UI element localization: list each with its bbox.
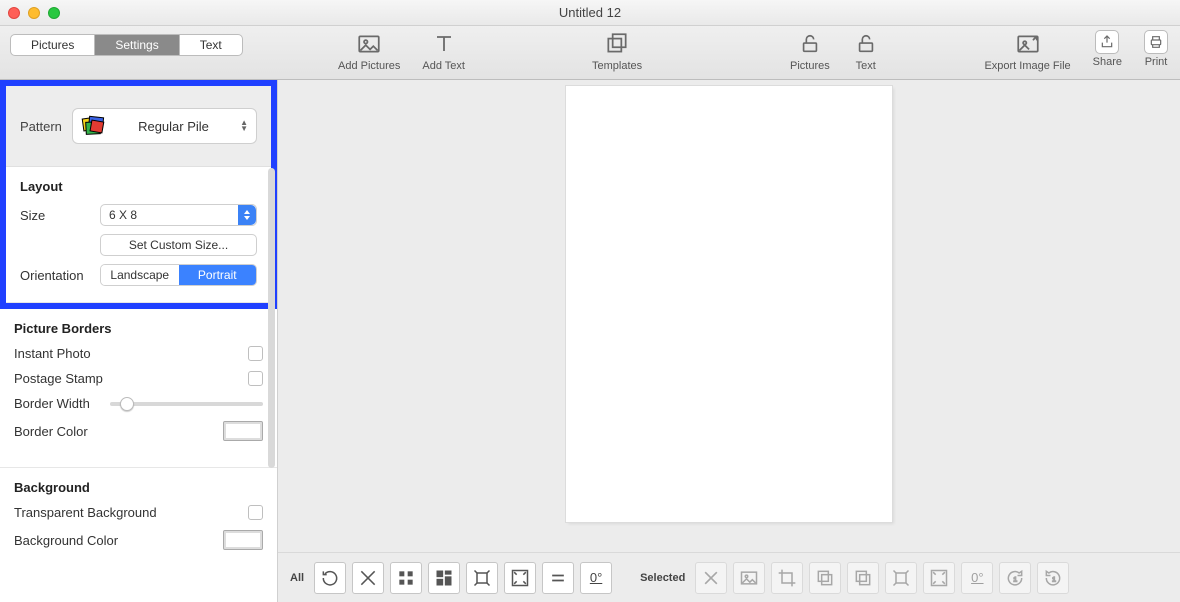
printer-icon bbox=[1144, 30, 1168, 54]
layout-heading: Layout bbox=[20, 179, 257, 194]
shuffle-button[interactable] bbox=[314, 562, 346, 594]
orientation-landscape[interactable]: Landscape bbox=[101, 265, 179, 285]
set-custom-size-button[interactable]: Set Custom Size... bbox=[100, 234, 257, 256]
lock-pictures-button[interactable]: Pictures bbox=[790, 30, 830, 72]
selected-tools-group: 0° 1 1 bbox=[695, 562, 1069, 594]
templates-icon bbox=[603, 30, 631, 58]
svg-text:1: 1 bbox=[1052, 576, 1056, 583]
toolbar: Pictures Settings Text Add Pictures Add … bbox=[0, 26, 1180, 80]
transparent-bg-label: Transparent Background bbox=[14, 505, 157, 520]
fit-out-button[interactable] bbox=[466, 562, 498, 594]
equal-spacing-button[interactable] bbox=[542, 562, 574, 594]
border-width-slider[interactable] bbox=[110, 402, 263, 406]
close-window[interactable] bbox=[8, 7, 20, 19]
replace-image-button[interactable] bbox=[733, 562, 765, 594]
stepper-arrows-icon bbox=[238, 205, 256, 225]
postage-stamp-label: Postage Stamp bbox=[14, 371, 103, 386]
pattern-thumb-icon bbox=[81, 115, 107, 137]
orientation-portrait[interactable]: Portrait bbox=[179, 265, 257, 285]
export-button[interactable]: Export Image File bbox=[984, 30, 1070, 72]
border-width-label: Border Width bbox=[14, 396, 90, 411]
picture-borders-section: Picture Borders Instant Photo Postage St… bbox=[0, 309, 277, 468]
image-plus-icon bbox=[355, 30, 383, 58]
background-heading: Background bbox=[14, 480, 263, 495]
scale-fill-button[interactable] bbox=[923, 562, 955, 594]
minimize-window[interactable] bbox=[28, 7, 40, 19]
pattern-select[interactable]: Regular Pile ▲▼ bbox=[72, 108, 257, 144]
unlock-icon bbox=[796, 30, 824, 58]
reset-rotation-button[interactable]: 0° bbox=[580, 562, 612, 594]
background-color-well[interactable] bbox=[223, 530, 263, 550]
unlock-icon bbox=[852, 30, 880, 58]
svg-text:1: 1 bbox=[1014, 576, 1018, 583]
window-title: Untitled 12 bbox=[60, 5, 1120, 20]
background-section: Background Transparent Background Backgr… bbox=[0, 468, 277, 576]
straighten-button[interactable]: 0° bbox=[961, 562, 993, 594]
postage-stamp-checkbox[interactable] bbox=[248, 371, 263, 386]
send-backward-button[interactable] bbox=[847, 562, 879, 594]
tab-settings[interactable]: Settings bbox=[95, 35, 179, 55]
add-text-button[interactable]: Add Text bbox=[422, 30, 465, 72]
size-value: 6 X 8 bbox=[109, 208, 137, 222]
instant-photo-label: Instant Photo bbox=[14, 346, 91, 361]
grid-mixed-button[interactable] bbox=[428, 562, 460, 594]
window-controls bbox=[8, 7, 60, 19]
add-pictures-button[interactable]: Add Pictures bbox=[338, 30, 400, 72]
titlebar: Untitled 12 bbox=[0, 0, 1180, 26]
border-color-label: Border Color bbox=[14, 424, 88, 439]
export-label: Export Image File bbox=[984, 60, 1070, 72]
templates-label: Templates bbox=[592, 60, 642, 72]
fit-in-button[interactable] bbox=[504, 562, 536, 594]
sidebar-scrollbar[interactable] bbox=[268, 168, 275, 468]
rotate-cw-button[interactable]: 1 bbox=[999, 562, 1031, 594]
bottom-toolbar: All 0° Selected 0° 1 bbox=[278, 552, 1180, 602]
tab-pictures[interactable]: Pictures bbox=[11, 35, 95, 55]
lock-pictures-label: Pictures bbox=[790, 60, 830, 72]
pattern-row: Pattern Regular Pile ▲▼ bbox=[6, 86, 271, 167]
zoom-window[interactable] bbox=[48, 7, 60, 19]
canvas[interactable] bbox=[566, 86, 892, 522]
scale-fit-button[interactable] bbox=[885, 562, 917, 594]
tab-text[interactable]: Text bbox=[180, 35, 242, 55]
layout-highlight-box: Pattern Regular Pile ▲▼ Layout bbox=[0, 80, 277, 309]
print-button[interactable]: Print bbox=[1144, 30, 1168, 72]
share-icon bbox=[1095, 30, 1119, 54]
chevron-updown-icon: ▲▼ bbox=[240, 120, 248, 132]
lock-text-button[interactable]: Text bbox=[852, 30, 880, 72]
picture-borders-heading: Picture Borders bbox=[14, 321, 263, 336]
all-tools-group: 0° bbox=[314, 562, 612, 594]
border-color-well[interactable] bbox=[223, 421, 263, 441]
orientation-segmented: Landscape Portrait bbox=[100, 264, 257, 286]
pattern-value: Regular Pile bbox=[117, 119, 230, 134]
canvas-wrap bbox=[278, 80, 1180, 552]
selected-label: Selected bbox=[640, 572, 685, 584]
background-color-label: Background Color bbox=[14, 533, 118, 548]
bring-forward-button[interactable] bbox=[809, 562, 841, 594]
pattern-label: Pattern bbox=[20, 119, 62, 134]
export-image-icon bbox=[1014, 30, 1042, 58]
text-icon bbox=[430, 30, 458, 58]
orientation-label: Orientation bbox=[20, 268, 90, 283]
all-label: All bbox=[290, 572, 304, 584]
main-area: Pattern Regular Pile ▲▼ Layout bbox=[0, 80, 1180, 602]
settings-sidebar: Pattern Regular Pile ▲▼ Layout bbox=[0, 80, 278, 602]
templates-button[interactable]: Templates bbox=[592, 30, 642, 72]
share-label: Share bbox=[1093, 56, 1122, 68]
size-select[interactable]: 6 X 8 bbox=[100, 204, 257, 226]
reshuffle-button[interactable] bbox=[352, 562, 384, 594]
transparent-bg-checkbox[interactable] bbox=[248, 505, 263, 520]
share-button[interactable]: Share bbox=[1093, 30, 1122, 72]
content-area: All 0° Selected 0° 1 bbox=[278, 80, 1180, 602]
lock-text-label: Text bbox=[856, 60, 876, 72]
instant-photo-checkbox[interactable] bbox=[248, 346, 263, 361]
add-pictures-label: Add Pictures bbox=[338, 60, 400, 72]
delete-selected-button[interactable] bbox=[695, 562, 727, 594]
sidebar-tabs: Pictures Settings Text bbox=[10, 34, 243, 56]
print-label: Print bbox=[1145, 56, 1168, 68]
add-text-label: Add Text bbox=[422, 60, 465, 72]
crop-button[interactable] bbox=[771, 562, 803, 594]
size-label: Size bbox=[20, 208, 90, 223]
grid-uniform-button[interactable] bbox=[390, 562, 422, 594]
rotate-ccw-button[interactable]: 1 bbox=[1037, 562, 1069, 594]
